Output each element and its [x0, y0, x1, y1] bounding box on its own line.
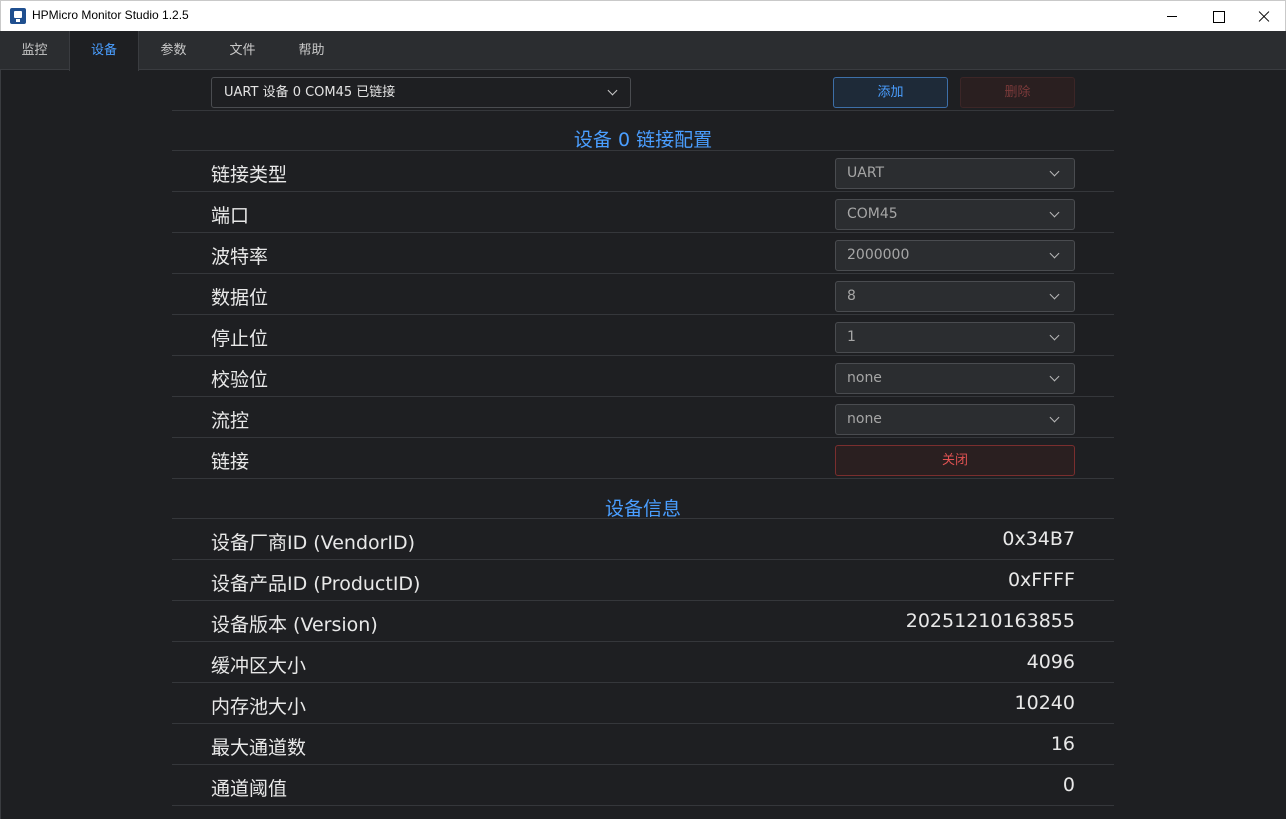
divider — [172, 232, 1114, 233]
tab-device[interactable]: 设备 — [69, 31, 139, 71]
buffer-size-value: 4096 — [1026, 651, 1075, 673]
maximize-icon[interactable] — [1195, 1, 1241, 31]
max-channels-value: 16 — [1050, 733, 1075, 755]
divider — [172, 559, 1114, 560]
channel-threshold-value: 0 — [1062, 774, 1075, 796]
device-info-title: 设备信息 — [604, 498, 681, 520]
version-label: 设备版本 (Version) — [211, 614, 378, 636]
divider — [172, 764, 1114, 765]
tab-monitor[interactable]: 监控 — [0, 31, 69, 70]
minimize-icon[interactable] — [1149, 1, 1195, 31]
chevron-down-icon — [1049, 412, 1060, 423]
divider — [172, 314, 1114, 315]
product-id-value: 0xFFFF — [1007, 569, 1075, 591]
flow-control-value: none — [847, 411, 882, 427]
link-type-value: UART — [847, 165, 885, 181]
memory-pool-value: 10240 — [1014, 692, 1075, 714]
link-type-select[interactable]: UART — [835, 158, 1075, 189]
divider — [172, 682, 1114, 683]
parity-select[interactable]: none — [835, 363, 1075, 394]
vendor-id-label: 设备厂商ID (VendorID) — [211, 532, 416, 554]
flow-control-select[interactable]: none — [835, 404, 1075, 435]
baud-rate-value: 2000000 — [847, 247, 910, 263]
add-device-button[interactable]: 添加 — [833, 77, 948, 108]
delete-device-button[interactable]: 删除 — [960, 77, 1075, 108]
divider — [172, 437, 1114, 438]
divider — [172, 273, 1114, 274]
close-link-button[interactable]: 关闭 — [835, 445, 1075, 476]
port-value: COM45 — [847, 206, 898, 222]
divider — [172, 600, 1114, 601]
device-select-value: UART 设备 0 COM45 已链接 — [224, 85, 396, 100]
stop-bits-label: 停止位 — [211, 328, 269, 350]
port-label: 端口 — [211, 205, 250, 227]
port-select[interactable]: COM45 — [835, 199, 1075, 230]
chevron-down-icon — [1049, 166, 1060, 177]
chevron-down-icon — [1049, 289, 1060, 300]
vendor-id-value: 0x34B7 — [1002, 528, 1075, 550]
divider — [172, 478, 1114, 479]
channel-threshold-label: 通道阈值 — [211, 778, 288, 800]
baud-rate-label: 波特率 — [211, 246, 269, 268]
divider — [172, 805, 1114, 806]
divider — [172, 150, 1114, 151]
parity-label: 校验位 — [211, 369, 269, 391]
link-config-title: 设备 0 链接配置 — [573, 129, 713, 151]
main-tab-bar: 监控 设备 参数 文件 帮助 — [0, 31, 1286, 71]
divider — [172, 518, 1114, 519]
tab-params[interactable]: 参数 — [139, 31, 208, 70]
tab-help[interactable]: 帮助 — [277, 31, 346, 70]
chevron-down-icon — [1049, 207, 1060, 218]
app-logo-icon — [10, 8, 26, 24]
divider — [172, 191, 1114, 192]
data-bits-value: 8 — [847, 288, 856, 304]
divider — [172, 396, 1114, 397]
window-title: HPMicro Monitor Studio 1.2.5 — [32, 8, 189, 22]
data-bits-select[interactable]: 8 — [835, 281, 1075, 312]
chevron-down-icon — [1049, 371, 1060, 382]
parity-value: none — [847, 370, 882, 386]
chevron-down-icon — [607, 85, 618, 96]
link-type-label: 链接类型 — [211, 164, 288, 186]
memory-pool-label: 内存池大小 — [211, 696, 307, 718]
device-select[interactable]: UART 设备 0 COM45 已链接 — [211, 77, 631, 108]
chevron-down-icon — [1049, 248, 1060, 259]
max-channels-label: 最大通道数 — [211, 737, 307, 759]
data-bits-label: 数据位 — [211, 287, 269, 309]
title-bar: HPMicro Monitor Studio 1.2.5 — [0, 0, 1286, 31]
version-value: 20251210163855 — [905, 610, 1075, 632]
product-id-label: 设备产品ID (ProductID) — [211, 573, 421, 595]
link-label: 链接 — [211, 451, 250, 473]
divider — [172, 355, 1114, 356]
flow-control-label: 流控 — [211, 410, 250, 432]
divider — [172, 110, 1114, 111]
chevron-down-icon — [1049, 330, 1060, 341]
tab-files[interactable]: 文件 — [208, 31, 277, 70]
divider — [172, 723, 1114, 724]
buffer-size-label: 缓冲区大小 — [211, 655, 307, 677]
close-icon[interactable] — [1241, 1, 1286, 31]
stop-bits-select[interactable]: 1 — [835, 322, 1075, 353]
left-border — [0, 70, 1, 819]
stop-bits-value: 1 — [847, 329, 856, 345]
divider — [172, 641, 1114, 642]
baud-rate-select[interactable]: 2000000 — [835, 240, 1075, 271]
